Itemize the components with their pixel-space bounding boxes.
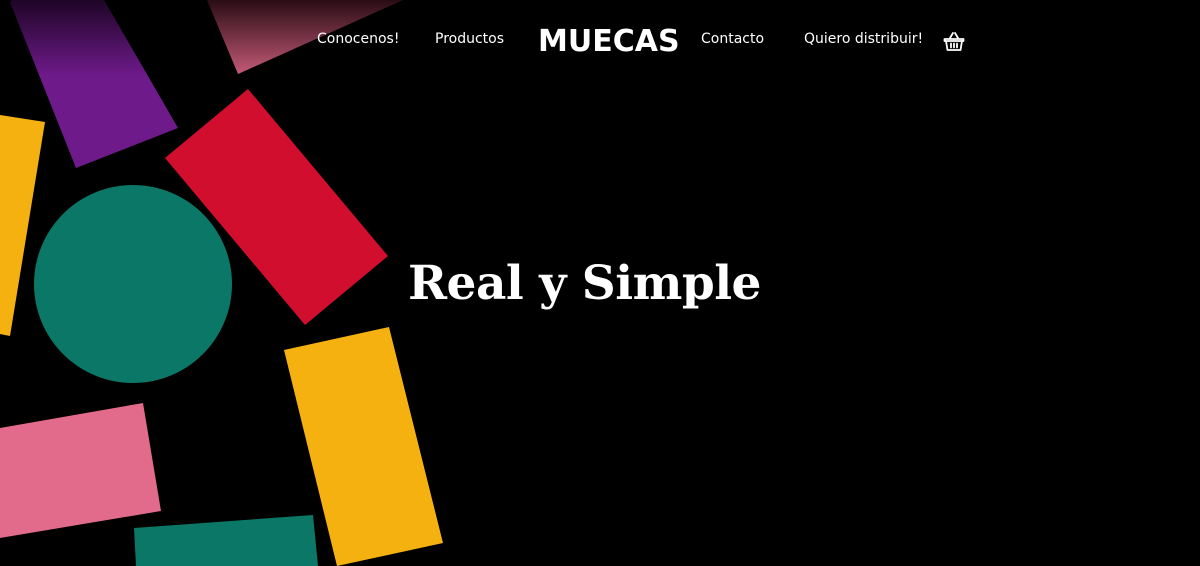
green-bottom-shape [134, 515, 318, 566]
nav-link-productos[interactable]: Productos [435, 31, 504, 47]
basket-icon[interactable] [942, 30, 966, 54]
landing-page: Conocenos! Productos MUECAS Contacto Qui… [0, 0, 1200, 566]
top-navigation: Conocenos! Productos MUECAS Contacto Qui… [0, 0, 1200, 84]
nav-link-contacto[interactable]: Contacto [701, 31, 764, 47]
logo[interactable]: MUECAS [538, 24, 680, 60]
nav-link-conocenos[interactable]: Conocenos! [317, 31, 399, 47]
hero-headline: Real y Simple [408, 256, 761, 311]
nav-link-quiero-distribuir[interactable]: Quiero distribuir! [804, 31, 923, 47]
pink-shape [0, 403, 161, 538]
green-circle [34, 185, 232, 383]
